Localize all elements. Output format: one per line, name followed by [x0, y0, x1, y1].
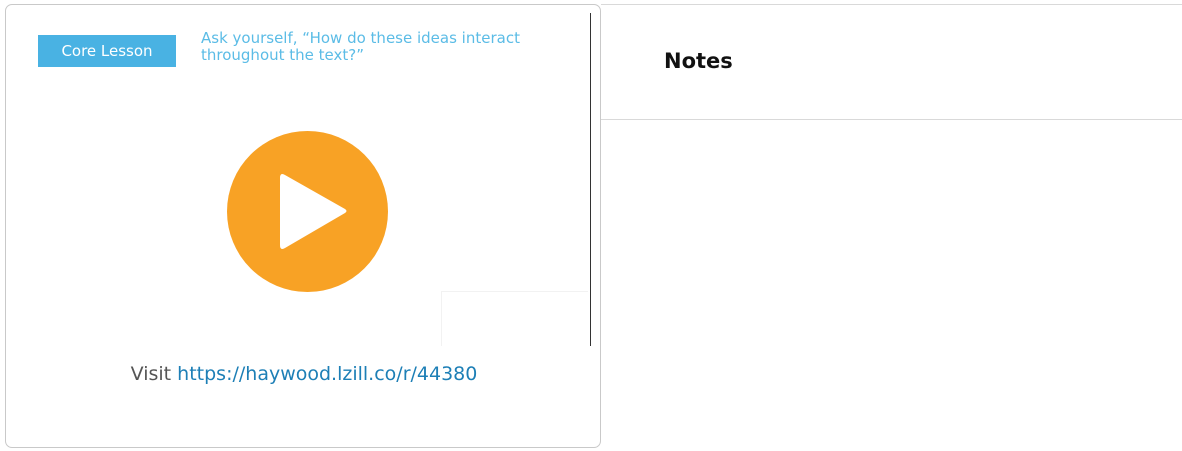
notes-divider — [601, 119, 1182, 120]
notes-title: Notes — [664, 49, 733, 73]
play-button[interactable] — [227, 131, 388, 292]
lesson-prompt: Ask yourself, “How do these ideas intera… — [201, 29, 520, 64]
video-overlay-panel — [441, 291, 588, 346]
lesson-link[interactable]: https://haywood.lzill.co/r/44380 — [177, 363, 477, 385]
visit-prefix: Visit — [130, 363, 178, 385]
play-icon — [280, 174, 347, 249]
page: Core Lesson Ask yourself, “How do these … — [0, 0, 1182, 451]
core-lesson-badge: Core Lesson — [38, 35, 176, 67]
video-frame-edge — [590, 13, 591, 346]
notes-top-border — [601, 4, 1182, 5]
visit-line: Visit https://haywood.lzill.co/r/44380 — [6, 363, 602, 385]
lesson-card: Core Lesson Ask yourself, “How do these … — [5, 4, 601, 448]
video-player[interactable]: Core Lesson Ask yourself, “How do these … — [23, 13, 591, 346]
